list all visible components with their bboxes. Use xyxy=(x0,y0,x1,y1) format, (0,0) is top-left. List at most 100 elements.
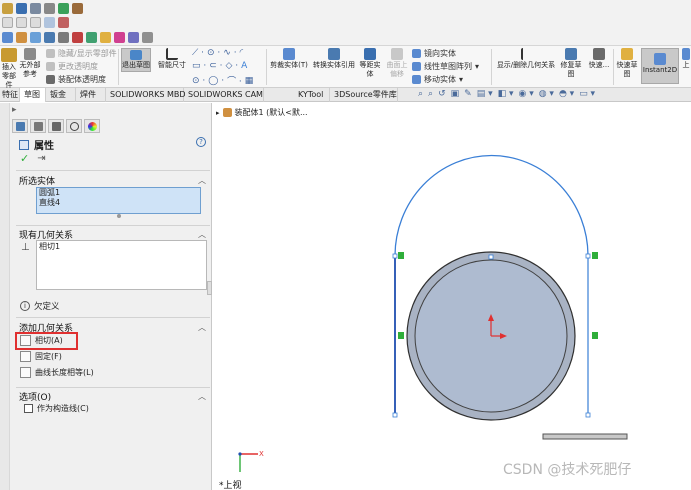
panel-expand-arrow[interactable]: ▸ xyxy=(12,105,17,115)
tab-kytool[interactable]: KYTool xyxy=(294,88,330,102)
endpoint[interactable] xyxy=(585,253,591,259)
construction-checkbox[interactable] xyxy=(24,404,33,413)
circle-icon[interactable]: ⊙ · xyxy=(207,48,220,58)
endpoint[interactable] xyxy=(392,412,398,418)
feature-manager-tab[interactable] xyxy=(12,119,28,133)
polygon-icon[interactable]: ◇ · xyxy=(226,61,239,71)
arc-icon[interactable]: ⌒ · xyxy=(227,74,242,87)
ok-check-icon[interactable]: ✓ xyxy=(20,152,29,165)
property-manager-tab[interactable] xyxy=(30,119,46,133)
mate-icon[interactable] xyxy=(16,31,27,43)
rebuild-icon[interactable] xyxy=(58,2,69,14)
add-relation-equal-curve-length[interactable]: 曲线长度相等(L) xyxy=(20,367,94,378)
mirror-entities-button[interactable]: 镜向实体 xyxy=(412,48,456,59)
tab-features[interactable]: 特征 xyxy=(0,88,20,102)
tab-mbd[interactable]: SOLIDWORKS MBD xyxy=(106,88,186,102)
misc-icon[interactable] xyxy=(142,31,153,43)
construction-checkbox-row[interactable]: 作为构造线(C) xyxy=(24,403,89,414)
change-transparency-button[interactable]: 更改透明度 xyxy=(46,61,98,72)
vertical-relation-glyph[interactable] xyxy=(592,332,598,339)
assembly-icon[interactable] xyxy=(2,31,13,43)
print-icon[interactable] xyxy=(30,2,41,14)
smart-dimension-button[interactable]: 智能尺寸 xyxy=(155,48,189,70)
exit-sketch-button[interactable]: 退出草图 xyxy=(121,48,151,72)
dim-tool-icon[interactable] xyxy=(30,16,41,28)
tab-weldments[interactable]: 焊件 xyxy=(76,88,106,102)
no-external-button[interactable]: 无外部参考 xyxy=(19,48,41,79)
dropdown-arrow-icon[interactable]: ▾ xyxy=(475,62,479,71)
tangent-relation-glyph[interactable] xyxy=(592,252,598,259)
surface-offset-button[interactable]: 曲面上偏移 xyxy=(385,48,409,79)
list-item[interactable]: 圆弧1 xyxy=(37,188,200,198)
options-icon[interactable] xyxy=(44,2,55,14)
spline-icon[interactable]: ∿ · xyxy=(223,48,236,58)
bom-icon[interactable] xyxy=(86,31,97,43)
tab-cam[interactable]: SOLIDWORKS CAM xyxy=(184,88,264,102)
save-icon[interactable] xyxy=(16,2,27,14)
list-item[interactable]: 相切1 xyxy=(37,241,206,252)
explode-icon[interactable] xyxy=(72,31,83,43)
ellipse-icon[interactable]: ◯ · xyxy=(208,76,224,86)
endpoint[interactable] xyxy=(585,412,591,418)
offset-entities-button[interactable]: 等距实体 xyxy=(359,48,381,79)
instant2d-button[interactable]: Instant2D xyxy=(641,48,679,84)
dynamic-annotation-icon[interactable]: ✎ xyxy=(464,89,472,99)
existing-relations-list[interactable]: 相切1 xyxy=(36,240,207,290)
collapse-chevron-icon[interactable]: ︿ xyxy=(198,229,206,240)
vertical-relation-glyph[interactable] xyxy=(398,332,404,339)
color-icon[interactable] xyxy=(114,31,125,43)
sketch-entities-row1[interactable]: ⟋ · ⊙ · ∿ · ◜ xyxy=(192,48,243,58)
render-icon[interactable] xyxy=(100,31,111,43)
appearance-icon[interactable]: ◍ ▾ xyxy=(539,89,554,99)
component-icon[interactable] xyxy=(30,31,41,43)
tab-3dsource[interactable]: 3DSource零件库 xyxy=(330,88,398,102)
open-icon[interactable] xyxy=(2,2,13,14)
dimxpert-tab[interactable] xyxy=(66,119,82,133)
sketch-entities-row2[interactable]: ▭ · ⊂ · ◇ · A xyxy=(192,61,247,71)
sketch-entities-row3[interactable]: ⊙ · ◯ · ⌒ · ▦ xyxy=(192,74,253,88)
view-tool-icon[interactable] xyxy=(44,16,55,28)
repair-sketch-button[interactable]: 修复草图 xyxy=(560,48,582,79)
list-item[interactable]: 直线4 xyxy=(37,198,200,208)
view-orientation-icon[interactable]: ▤ ▾ xyxy=(477,89,493,99)
zoom-area-icon[interactable]: ⌕ xyxy=(428,89,433,99)
sketch-canvas[interactable]: X xyxy=(213,103,691,490)
tab-sketch[interactable]: 草图 xyxy=(20,88,46,102)
arc-midpoint[interactable] xyxy=(488,254,494,260)
previous-view-icon[interactable]: ↺ xyxy=(438,89,446,99)
selected-arc[interactable] xyxy=(394,154,589,257)
add-relation-fixed[interactable]: 固定(F) xyxy=(20,351,62,362)
upper-button[interactable]: 上 xyxy=(681,48,691,70)
resize-handle[interactable] xyxy=(117,214,121,218)
line-tool-icon[interactable] xyxy=(16,16,27,28)
view-settings-icon[interactable]: ▭ ▾ xyxy=(579,89,595,99)
show-hide-parts-button[interactable]: 隐藏/显示零部件 xyxy=(46,48,117,59)
selected-entities-list[interactable]: 圆弧1 直线4 xyxy=(36,187,201,214)
collapse-chevron-icon[interactable]: ︿ xyxy=(198,322,206,333)
line-icon[interactable]: ⟋ · xyxy=(192,48,204,58)
move-entities-button[interactable]: 移动实体 ▾ xyxy=(412,74,463,85)
insert-part-button[interactable]: 插入零部件 xyxy=(1,48,17,90)
rapid-sketch-button[interactable]: 快速草图 xyxy=(616,48,638,79)
scene-icon[interactable]: ◓ ▾ xyxy=(559,89,574,99)
point-icon[interactable]: ⊙ · xyxy=(192,76,205,86)
sketch-tool-icon[interactable] xyxy=(2,16,13,28)
collapse-chevron-icon[interactable]: ︿ xyxy=(198,175,206,186)
linear-pattern-button[interactable]: 线性草图阵列 ▾ xyxy=(412,61,479,72)
assembly-transparency-button[interactable]: 装配体透明度 xyxy=(46,74,106,85)
trim-entities-button[interactable]: 剪裁实体(T) xyxy=(268,48,310,70)
zoom-fit-icon[interactable]: ⌕ xyxy=(418,89,423,99)
rectangle-icon[interactable]: ▭ · xyxy=(192,61,206,71)
graphics-area[interactable]: ▸ 装配体1 (默认<默... X *上视 CSDN @技术死肥仔 xyxy=(213,103,691,490)
configuration-manager-tab[interactable] xyxy=(48,119,64,133)
display-tool-icon[interactable] xyxy=(58,16,69,28)
display-style-icon[interactable]: ◧ ▾ xyxy=(498,89,514,99)
text-icon[interactable]: A xyxy=(241,61,247,71)
bottom-component[interactable] xyxy=(542,433,628,440)
section-view-icon[interactable]: ▣ xyxy=(451,89,460,99)
show-delete-relations-button[interactable]: 显示/删除几何关系 xyxy=(493,48,559,70)
collapse-chevron-icon[interactable]: ︿ xyxy=(198,391,206,402)
panel-collapse-handle[interactable] xyxy=(207,281,212,295)
tab-sheet-metal[interactable]: 钣金 xyxy=(46,88,76,102)
hide-show-icon[interactable]: ◉ ▾ xyxy=(518,89,533,99)
